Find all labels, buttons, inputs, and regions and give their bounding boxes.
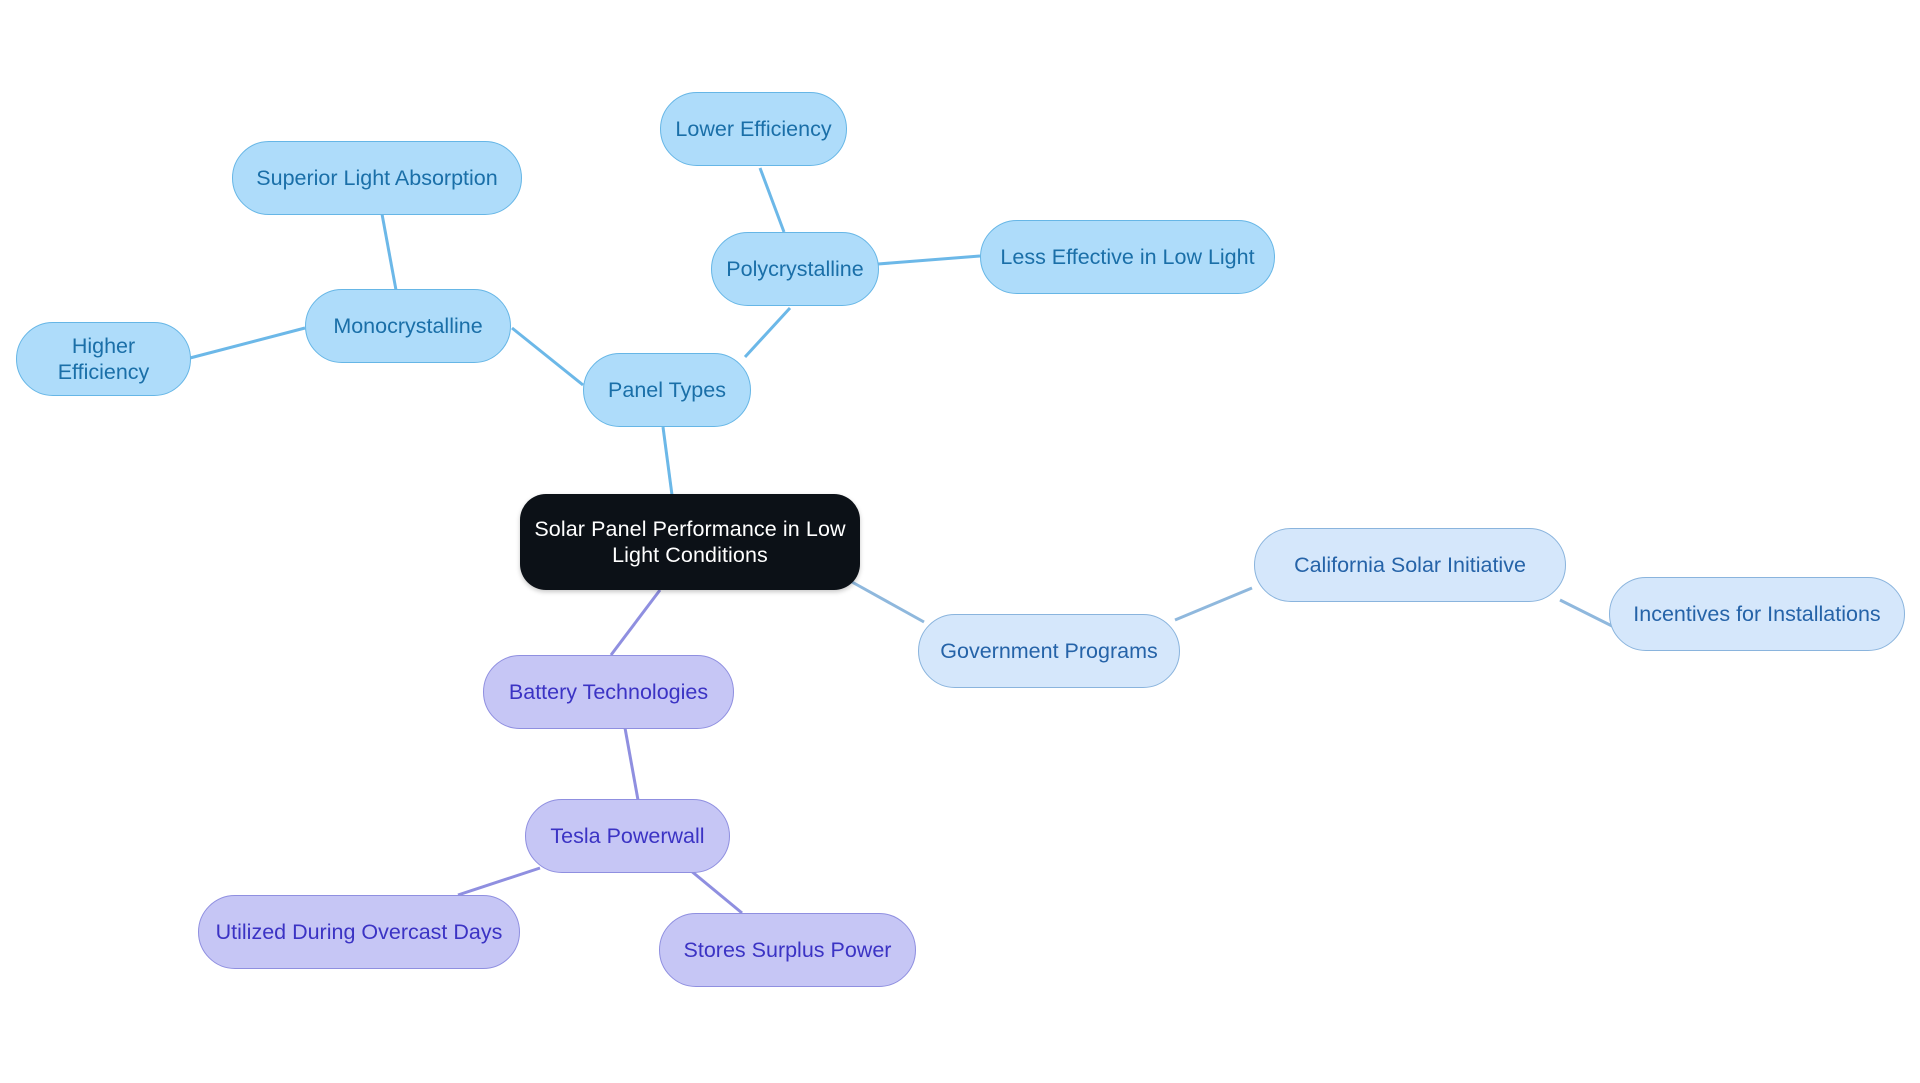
node-monocrystalline[interactable]: Monocrystalline [305,289,511,363]
edge-monocrystalline-higher-efficiency [189,326,306,360]
node-battery-technologies[interactable]: Battery Technologies [483,655,734,729]
edge-polycrystalline-less-effective [877,254,981,266]
node-government-programs[interactable]: Government Programs [918,614,1180,688]
node-stores-surplus-power[interactable]: Stores Surplus Power [659,913,916,987]
node-utilized-during-overcast-days[interactable]: Utilized During Overcast Days [198,895,520,969]
edge-california-incentives [1559,598,1617,630]
node-higher-efficiency[interactable]: Higher Efficiency [16,322,191,396]
node-panel-types[interactable]: Panel Types [583,353,751,427]
edge-root-panel-types [661,426,674,496]
edge-government-programs-california [1174,586,1253,622]
edge-tesla-utilized-overcast [457,866,541,897]
node-superior-light-absorption[interactable]: Superior Light Absorption [232,141,522,215]
edge-monocrystalline-superior-light-absorption [380,213,398,291]
edge-panel-types-monocrystalline [511,326,584,387]
node-root[interactable]: Solar Panel Performance in Low Light Con… [520,494,860,590]
edge-root-government-programs [851,580,925,624]
node-tesla-powerwall[interactable]: Tesla Powerwall [525,799,730,873]
edge-battery-tesla-powerwall [623,727,640,801]
node-polycrystalline[interactable]: Polycrystalline [711,232,879,306]
edge-root-battery-technologies [609,589,662,656]
edge-panel-types-polycrystalline [743,306,792,359]
node-less-effective-in-low-light[interactable]: Less Effective in Low Light [980,220,1275,294]
edge-polycrystalline-lower-efficiency [758,167,786,233]
node-california-solar-initiative[interactable]: California Solar Initiative [1254,528,1566,602]
node-lower-efficiency[interactable]: Lower Efficiency [660,92,847,166]
node-incentives-for-installations[interactable]: Incentives for Installations [1609,577,1905,651]
edge-tesla-stores-surplus [689,868,743,915]
mindmap-canvas: Solar Panel Performance in Low Light Con… [0,0,1920,1083]
